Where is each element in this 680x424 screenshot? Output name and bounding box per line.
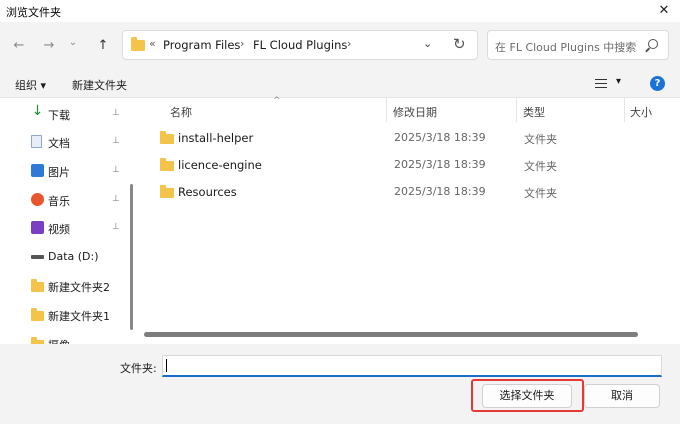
file-type: 文件夹 bbox=[524, 133, 557, 146]
column-divider[interactable] bbox=[516, 98, 517, 122]
pin-icon[interactable]: ⊥ bbox=[112, 108, 120, 118]
file-name: install-helper bbox=[178, 131, 254, 145]
column-header-size[interactable]: 大小 bbox=[630, 104, 652, 120]
folder-name-input[interactable] bbox=[162, 355, 662, 377]
folder-icon bbox=[160, 158, 174, 171]
column-header-modified[interactable]: 修改日期 bbox=[393, 104, 437, 120]
address-dropdown-icon[interactable]: ⌄ bbox=[423, 37, 432, 50]
file-name: Resources bbox=[178, 185, 237, 199]
sidebar-item-music[interactable]: 音乐 ⊥ bbox=[0, 186, 128, 214]
sidebar-item-label: 文档 bbox=[48, 137, 70, 150]
sidebar-item-label: 下载 bbox=[48, 109, 70, 122]
search-box[interactable]: 在 FL Cloud Plugins 中搜索 bbox=[487, 30, 669, 60]
close-icon[interactable]: ✕ bbox=[654, 1, 674, 21]
sidebar-item-camera[interactable]: 摄像 bbox=[0, 330, 128, 344]
pin-icon[interactable]: ⊥ bbox=[112, 136, 120, 146]
recent-locations-chevron-icon[interactable]: ⌄ bbox=[62, 33, 84, 53]
sidebar-item-new-folder-1[interactable]: 新建文件夹1 bbox=[0, 301, 128, 329]
column-header-type[interactable]: 类型 bbox=[523, 104, 545, 120]
refresh-icon[interactable]: ↻ bbox=[453, 35, 466, 53]
new-folder-button[interactable]: 新建文件夹 bbox=[72, 77, 127, 93]
sidebar-item-label: 摄像 bbox=[48, 337, 70, 344]
select-folder-button[interactable]: 选择文件夹 bbox=[482, 384, 572, 408]
folder-icon bbox=[160, 131, 174, 144]
navigation-bar: ← → ⌄ ↑ « Program Files › FL Cloud Plugi… bbox=[0, 22, 680, 70]
sidebar-item-downloads[interactable]: ↓ 下载 ⊥ bbox=[0, 100, 128, 128]
file-modified: 2025/3/18 18:39 bbox=[394, 131, 486, 144]
view-dropdown-icon[interactable]: ▾ bbox=[616, 76, 621, 87]
file-list: ^ 名称 修改日期 类型 大小 install-helper 2025/3/18… bbox=[136, 96, 680, 344]
file-modified: 2025/3/18 18:39 bbox=[394, 185, 486, 198]
view-options-icon[interactable] bbox=[595, 79, 607, 88]
window-title: 浏览文件夹 bbox=[6, 6, 61, 19]
document-icon bbox=[31, 135, 42, 148]
command-toolbar: 组织 ▾ 新建文件夹 ▾ ? bbox=[0, 70, 680, 98]
column-header-row: ^ 名称 修改日期 类型 大小 bbox=[136, 96, 680, 122]
sidebar-item-data-drive[interactable]: Data (D:) bbox=[0, 243, 128, 271]
sidebar-item-label: 图片 bbox=[48, 166, 70, 179]
file-row[interactable]: licence-engine 2025/3/18 18:39 文件夹 bbox=[156, 152, 666, 178]
cancel-button[interactable]: 取消 bbox=[584, 384, 660, 408]
sidebar-scrollbar[interactable] bbox=[128, 98, 136, 344]
column-divider[interactable] bbox=[386, 98, 387, 122]
horizontal-scrollbar[interactable] bbox=[144, 332, 638, 337]
title-bar: 浏览文件夹 ✕ bbox=[0, 0, 680, 22]
folder-icon bbox=[131, 37, 145, 51]
sidebar-item-new-folder-2[interactable]: 新建文件夹2 bbox=[0, 272, 128, 300]
column-header-name[interactable]: 名称 bbox=[170, 104, 192, 120]
download-icon: ↓ bbox=[31, 103, 44, 119]
folder-icon bbox=[31, 279, 44, 292]
music-icon bbox=[31, 193, 44, 206]
file-name: licence-engine bbox=[178, 158, 262, 172]
breadcrumb-separator-icon[interactable]: › bbox=[347, 37, 351, 50]
search-placeholder: 在 FL Cloud Plugins 中搜索 bbox=[495, 41, 637, 54]
sidebar-item-label: 新建文件夹2 bbox=[48, 281, 110, 294]
sidebar-item-label: Data (D:) bbox=[48, 250, 99, 263]
help-icon[interactable]: ? bbox=[650, 76, 665, 91]
file-row[interactable]: Resources 2025/3/18 18:39 文件夹 bbox=[156, 179, 666, 205]
back-arrow-icon[interactable]: ← bbox=[8, 36, 30, 56]
breadcrumb-program-files[interactable]: Program Files bbox=[163, 38, 240, 52]
folder-icon bbox=[160, 185, 174, 198]
file-type: 文件夹 bbox=[524, 160, 557, 173]
sidebar-scrollbar-thumb[interactable] bbox=[130, 184, 133, 330]
breadcrumb-separator-icon: › bbox=[240, 37, 245, 50]
file-row[interactable]: install-helper 2025/3/18 18:39 文件夹 bbox=[156, 125, 666, 151]
folder-field-label: 文件夹: bbox=[120, 362, 157, 375]
sidebar-item-label: 音乐 bbox=[48, 195, 70, 208]
pin-icon[interactable]: ⊥ bbox=[112, 165, 120, 175]
pin-icon[interactable]: ⊥ bbox=[112, 194, 120, 204]
forward-arrow-icon[interactable]: → bbox=[38, 36, 60, 56]
column-divider[interactable] bbox=[624, 98, 625, 122]
file-type: 文件夹 bbox=[524, 187, 557, 200]
dialog-footer: 文件夹: 选择文件夹 取消 bbox=[0, 344, 680, 424]
sidebar-item-label: 视频 bbox=[48, 223, 70, 236]
navigation-pane: ↓ 下载 ⊥ 文档 ⊥ 图片 ⊥ 音乐 ⊥ 视频 ⊥ Data (D:) 新建文… bbox=[0, 98, 128, 344]
video-icon bbox=[31, 221, 44, 234]
breadcrumb-overflow-icon[interactable]: « bbox=[149, 37, 156, 50]
sidebar-item-label: 新建文件夹1 bbox=[48, 310, 110, 323]
breadcrumb-fl-cloud-plugins[interactable]: FL Cloud Plugins bbox=[253, 38, 347, 52]
folder-icon bbox=[31, 308, 44, 321]
text-caret bbox=[166, 359, 167, 372]
file-modified: 2025/3/18 18:39 bbox=[394, 158, 486, 171]
sort-ascending-icon: ^ bbox=[273, 96, 281, 106]
up-arrow-icon[interactable]: ↑ bbox=[92, 36, 114, 56]
search-icon[interactable] bbox=[648, 39, 658, 49]
organize-menu[interactable]: 组织 ▾ bbox=[15, 77, 46, 93]
sidebar-item-videos[interactable]: 视频 ⊥ bbox=[0, 214, 128, 242]
address-bar[interactable]: « Program Files › FL Cloud Plugins › ⌄ ↻ bbox=[122, 30, 478, 60]
sidebar-item-pictures[interactable]: 图片 ⊥ bbox=[0, 157, 128, 185]
pictures-icon bbox=[31, 164, 44, 177]
pin-icon[interactable]: ⊥ bbox=[112, 222, 120, 232]
drive-icon bbox=[31, 255, 44, 259]
sidebar-item-documents[interactable]: 文档 ⊥ bbox=[0, 128, 128, 156]
